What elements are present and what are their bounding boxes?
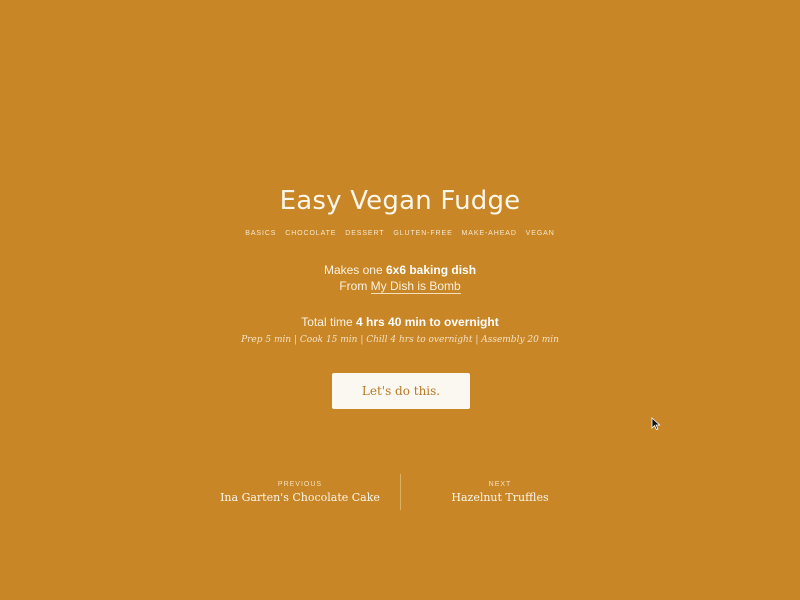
total-time: Total time 4 hrs 40 min to overnight — [0, 315, 800, 329]
tag-basics[interactable]: BASICS — [245, 230, 276, 237]
tag-chocolate[interactable]: CHOCOLATE — [285, 230, 336, 237]
source-link[interactable]: My Dish is Bomb — [370, 279, 461, 294]
tag-vegan[interactable]: VEGAN — [526, 230, 555, 237]
source-prefix: From — [339, 279, 368, 293]
yield-line: Makes one 6x6 baking dish — [0, 262, 800, 278]
previous-recipe-link[interactable]: PREVIOUS Ina Garten's Chocolate Cake — [200, 474, 400, 504]
mouse-pointer-icon — [651, 417, 661, 431]
recipe-title: Easy Vegan Fudge — [279, 186, 521, 216]
total-time-prefix: Total time — [301, 315, 353, 329]
previous-recipe-title: Ina Garten's Chocolate Cake — [220, 491, 380, 504]
recipe-yield: Makes one 6x6 baking dish From My Dish i… — [0, 262, 800, 294]
next-label: NEXT — [488, 481, 512, 488]
source-line: From My Dish is Bomb — [0, 278, 800, 294]
yield-prefix: Makes one — [323, 263, 383, 277]
next-recipe-title: Hazelnut Truffles — [451, 491, 549, 504]
previous-label: PREVIOUS — [277, 481, 323, 488]
time-breakdown: Prep 5 min | Cook 15 min | Chill 4 hrs t… — [241, 335, 559, 345]
next-recipe-link[interactable]: NEXT Hazelnut Truffles — [400, 474, 600, 504]
tag-dessert[interactable]: DESSERT — [345, 230, 384, 237]
tag-list: BASICS CHOCOLATE DESSERT GLUTEN-FREE MAK… — [0, 230, 800, 237]
tag-gluten-free[interactable]: GLUTEN-FREE — [393, 230, 452, 237]
recipe-page: Easy Vegan Fudge BASICS CHOCOLATE DESSER… — [0, 0, 800, 600]
tag-make-ahead[interactable]: MAKE-AHEAD — [462, 230, 517, 237]
recipe-navigation: PREVIOUS Ina Garten's Chocolate Cake NEX… — [200, 474, 600, 510]
total-time-value: 4 hrs 40 min to overnight — [356, 315, 499, 329]
yield-value: 6x6 baking dish — [386, 263, 477, 277]
start-recipe-button[interactable]: Let's do this. — [332, 373, 470, 409]
